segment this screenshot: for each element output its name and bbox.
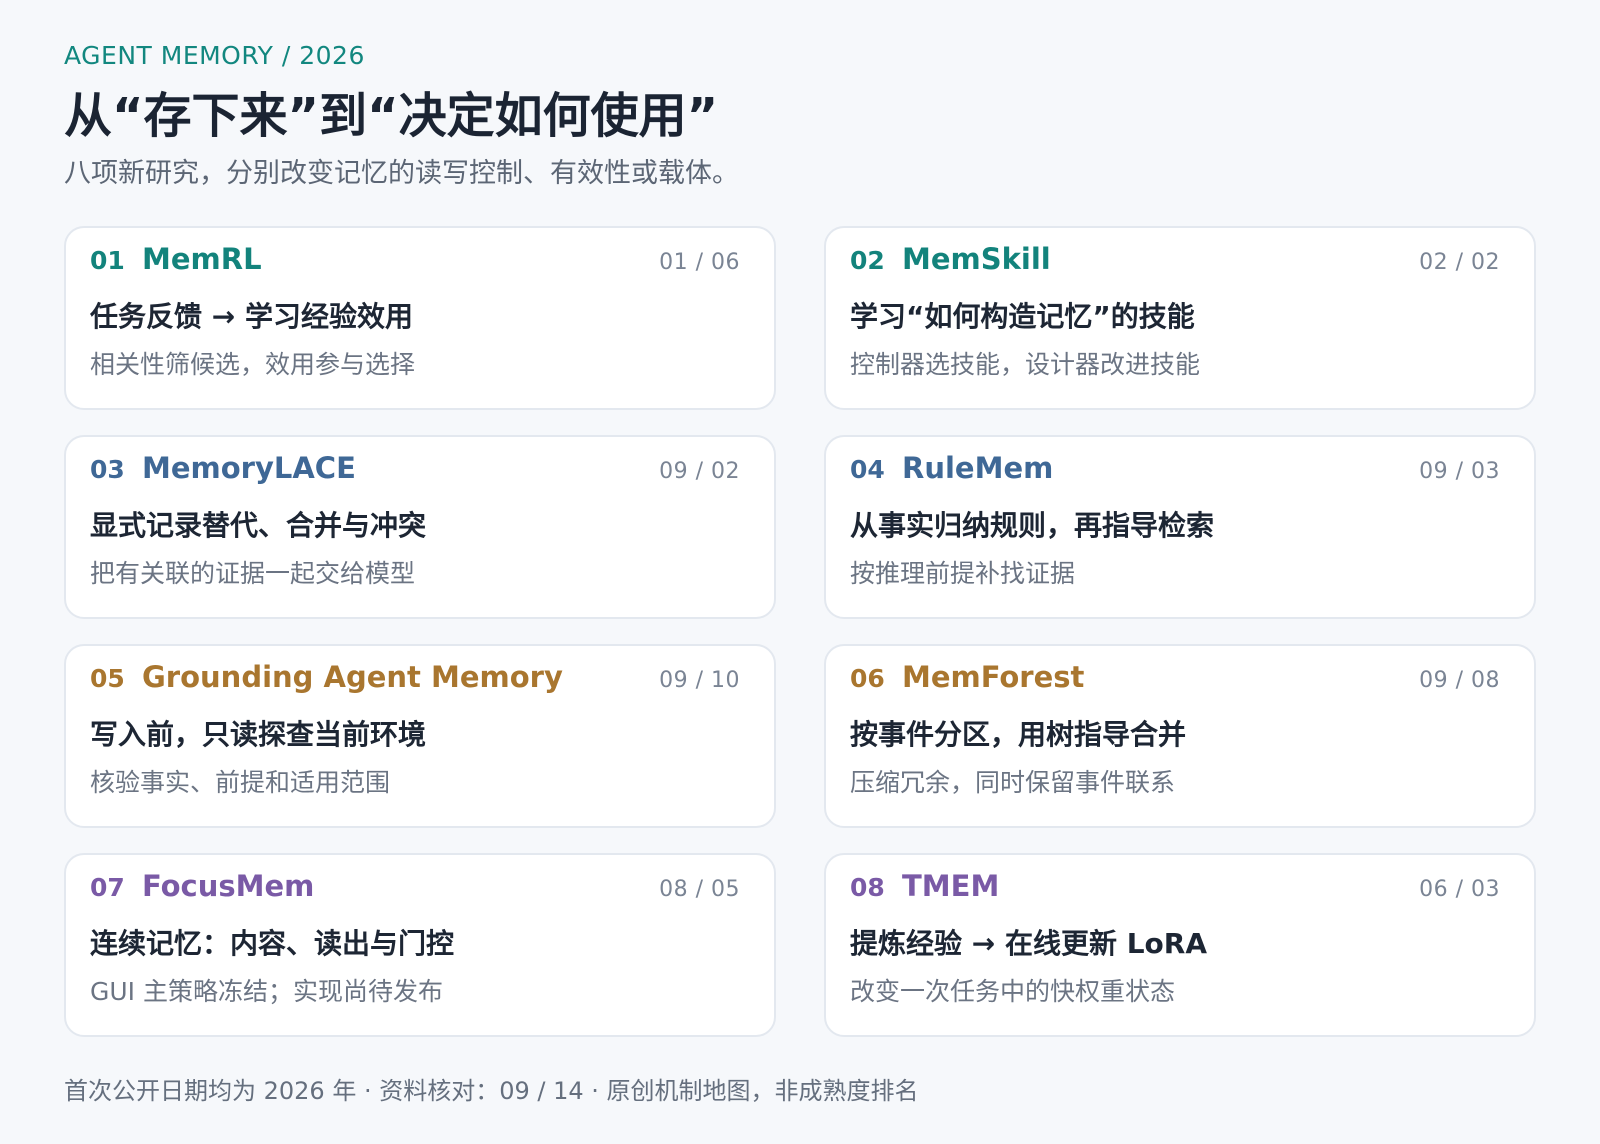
card-headline: 写入前，只读探查当前环境 <box>90 718 427 751</box>
card-headline: 任务反馈 → 学习经验效用 <box>90 300 413 333</box>
card-focusmem: 07 FocusMem 08 / 05 连续记忆：内容、读出与门控 GUI 主策… <box>64 853 776 1037</box>
card-headline: 连续记忆：内容、读出与门控 <box>90 927 455 960</box>
card-date: 09 / 03 <box>1419 459 1500 484</box>
card-head: 08 TMEM <box>850 869 1510 909</box>
card-detail: 相关性筛候选，效用参与选择 <box>90 350 416 379</box>
card-name: TMEM <box>902 869 1000 903</box>
card-date: 02 / 02 <box>1419 250 1500 275</box>
page-subtitle: 八项新研究，分别改变记忆的读写控制、有效性或载体。 <box>64 158 739 189</box>
card-name: Grounding Agent Memory <box>142 660 563 694</box>
card-date: 09 / 08 <box>1419 668 1500 693</box>
card-date: 06 / 03 <box>1419 877 1500 902</box>
card-detail: 改变一次任务中的快权重状态 <box>850 977 1176 1006</box>
card-number: 06 <box>850 664 885 693</box>
card-date: 08 / 05 <box>659 877 740 902</box>
card-memforest: 06 MemForest 09 / 08 按事件分区，用树指导合并 压缩冗余，同… <box>824 644 1536 828</box>
card-headline: 按事件分区，用树指导合并 <box>850 718 1187 751</box>
card-head: 05 Grounding Agent Memory <box>90 660 750 700</box>
page-title: 从“存下来”到“决定如何使用” <box>64 88 719 144</box>
card-detail: 把有关联的证据一起交给模型 <box>90 559 416 588</box>
card-date: 09 / 02 <box>659 459 740 484</box>
card-head: 01 MemRL <box>90 242 750 282</box>
page-header: AGENT MEMORY / 2026 从“存下来”到“决定如何使用” 八项新研… <box>64 40 1536 1037</box>
card-detail: GUI 主策略冻结；实现尚待发布 <box>90 977 443 1006</box>
card-detail: 控制器选技能，设计器改进技能 <box>850 350 1201 379</box>
card-detail: 按推理前提补找证据 <box>850 559 1076 588</box>
card-number: 04 <box>850 455 885 484</box>
card-name: MemForest <box>902 660 1085 694</box>
card-head: 04 RuleMem <box>850 451 1510 491</box>
card-name: MemRL <box>142 242 262 276</box>
kicker: AGENT MEMORY / 2026 <box>64 41 365 70</box>
card-headline: 学习“如何构造记忆”的技能 <box>850 300 1195 333</box>
card-number: 07 <box>90 873 125 902</box>
card-name: MemoryLACE <box>142 451 356 485</box>
card-headline: 从事实归纳规则，再指导检索 <box>850 509 1215 542</box>
card-memorylace: 03 MemoryLACE 09 / 02 显式记录替代、合并与冲突 把有关联的… <box>64 435 776 619</box>
card-date: 01 / 06 <box>659 250 740 275</box>
card-detail: 压缩冗余，同时保留事件联系 <box>850 768 1176 797</box>
card-number: 02 <box>850 246 885 275</box>
card-head: 03 MemoryLACE <box>90 451 750 491</box>
card-memskill: 02 MemSkill 02 / 02 学习“如何构造记忆”的技能 控制器选技能… <box>824 226 1536 410</box>
card-number: 03 <box>90 455 125 484</box>
card-head: 06 MemForest <box>850 660 1510 700</box>
card-rulemem: 04 RuleMem 09 / 03 从事实归纳规则，再指导检索 按推理前提补找… <box>824 435 1536 619</box>
card-grid: 01 MemRL 01 / 06 任务反馈 → 学习经验效用 相关性筛候选，效用… <box>64 226 1536 1037</box>
card-number: 01 <box>90 246 125 275</box>
card-detail: 核验事实、前提和适用范围 <box>90 768 391 797</box>
card-head: 07 FocusMem <box>90 869 750 909</box>
footer-note: 首次公开日期均为 2026 年 · 资料核对：09 / 14 · 原创机制地图，… <box>64 1077 919 1105</box>
card-tmem: 08 TMEM 06 / 03 提炼经验 → 在线更新 LoRA 改变一次任务中… <box>824 853 1536 1037</box>
card-headline: 提炼经验 → 在线更新 LoRA <box>850 927 1208 960</box>
card-date: 09 / 10 <box>659 668 740 693</box>
card-name: FocusMem <box>142 869 315 903</box>
card-number: 05 <box>90 664 125 693</box>
card-grounding-agent-memory: 05 Grounding Agent Memory 09 / 10 写入前，只读… <box>64 644 776 828</box>
card-head: 02 MemSkill <box>850 242 1510 282</box>
card-name: MemSkill <box>902 242 1051 276</box>
card-memrl: 01 MemRL 01 / 06 任务反馈 → 学习经验效用 相关性筛候选，效用… <box>64 226 776 410</box>
card-headline: 显式记录替代、合并与冲突 <box>90 509 427 542</box>
card-name: RuleMem <box>902 451 1054 485</box>
card-number: 08 <box>850 873 885 902</box>
